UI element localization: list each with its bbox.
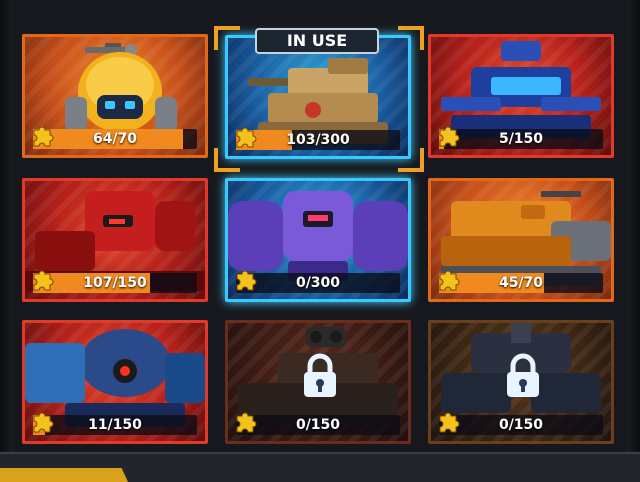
mech-card-red-armor-mech[interactable]: 107/150 bbox=[22, 178, 208, 302]
puzzle-piece-icon bbox=[236, 127, 257, 148]
card-progress-bar: 5/150 bbox=[439, 129, 603, 149]
mech-card-yellow-dome-bot[interactable]: 64/70 bbox=[22, 34, 208, 158]
card-progress-bar: 45/70 bbox=[439, 273, 603, 293]
puzzle-piece-icon bbox=[236, 270, 257, 291]
lock-icon bbox=[304, 353, 336, 397]
card-progress-bar: 64/70 bbox=[33, 129, 197, 149]
in-use-badge: IN USE bbox=[255, 28, 379, 54]
background-left-edge bbox=[0, 0, 14, 480]
progress-label: 0/150 bbox=[295, 417, 341, 433]
progress-label: 5/150 bbox=[498, 131, 544, 147]
mech-card-locked-2[interactable]: 0/150 bbox=[428, 320, 614, 444]
puzzle-piece-icon bbox=[439, 412, 460, 433]
card-progress-bar: 0/150 bbox=[236, 415, 400, 435]
mech-card-locked-1[interactable]: 0/150 bbox=[225, 320, 411, 444]
card-progress-bar: 107/150 bbox=[33, 273, 197, 293]
progress-label: 11/150 bbox=[88, 417, 142, 433]
puzzle-piece-icon bbox=[33, 270, 54, 291]
lock-icon bbox=[507, 353, 539, 397]
card-progress-bar: 103/300 bbox=[236, 130, 400, 150]
progress-label: 103/300 bbox=[286, 132, 350, 148]
card-progress-bar: 11/150 bbox=[33, 415, 197, 435]
mech-card-blue-spider-mech[interactable]: 5/150 bbox=[428, 34, 614, 158]
mech-card-blue-laser-mech[interactable]: 11/150 bbox=[22, 320, 208, 444]
puzzle-piece-icon bbox=[33, 412, 54, 433]
puzzle-piece-icon bbox=[439, 270, 460, 291]
progress-label: 107/150 bbox=[83, 275, 147, 291]
card-progress-bar: 0/150 bbox=[439, 415, 603, 435]
card-progress-bar: 0/300 bbox=[236, 273, 400, 293]
mech-card-orange-tank-mech[interactable]: 45/70 bbox=[428, 178, 614, 302]
puzzle-piece-icon bbox=[33, 126, 54, 147]
puzzle-piece-icon bbox=[439, 126, 460, 147]
progress-label: 0/150 bbox=[498, 417, 544, 433]
progress-label: 0/300 bbox=[295, 275, 341, 291]
mech-card-purple-brute-mech[interactable]: 0/300 bbox=[225, 178, 411, 302]
puzzle-piece-icon bbox=[236, 412, 257, 433]
bottom-bar bbox=[0, 452, 640, 482]
progress-label: 45/70 bbox=[498, 275, 544, 291]
progress-label: 64/70 bbox=[92, 131, 138, 147]
background-right-edge bbox=[626, 0, 640, 480]
